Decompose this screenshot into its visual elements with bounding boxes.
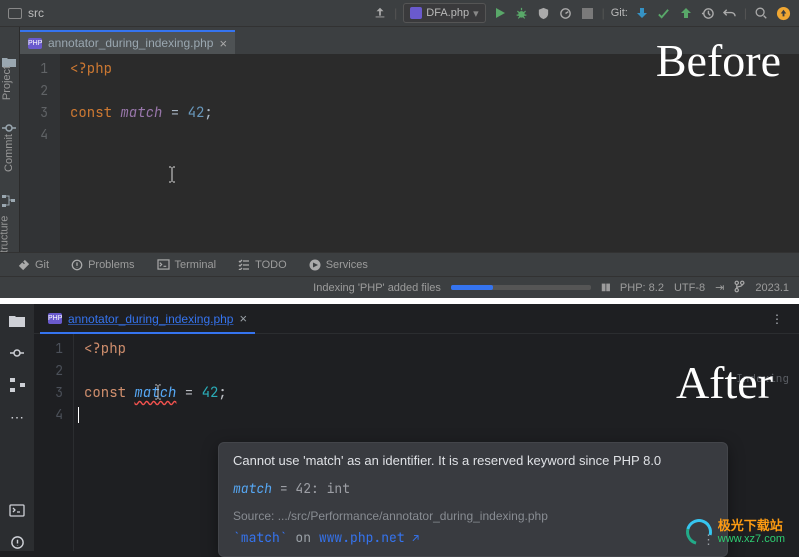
code-token: <?php <box>84 340 126 358</box>
ide-update-icon[interactable] <box>775 5 791 21</box>
line-number: 4 <box>34 404 73 426</box>
watermark-logo-icon <box>681 514 717 550</box>
before-pane: src | DFA.php ▾ | Git: | Project Commit … <box>0 0 799 299</box>
line-number: 3 <box>20 102 60 124</box>
code-token: = <box>162 104 187 122</box>
tab-filename: annotator_during_indexing.php <box>68 312 233 326</box>
text-cursor-icon <box>154 384 161 399</box>
branch-icon[interactable] <box>734 280 745 296</box>
overlay-label-before: Before <box>656 34 781 87</box>
todo-tool-button[interactable]: TODO <box>238 259 287 271</box>
search-icon[interactable] <box>753 5 769 21</box>
status-bar: Indexing 'PHP' added files ▮▮ PHP: 8.2 U… <box>0 276 799 298</box>
tab-filename: annotator_during_indexing.php <box>48 36 213 50</box>
project-icon[interactable] <box>8 312 26 330</box>
code-token: = <box>176 384 201 402</box>
add-config-icon[interactable] <box>372 5 388 21</box>
coverage-icon[interactable] <box>536 5 552 21</box>
tooltip-message: Cannot use 'match' as an identifier. It … <box>233 453 713 468</box>
git-commit-icon[interactable] <box>656 5 672 21</box>
git-history-icon[interactable] <box>700 5 716 21</box>
terminal-icon[interactable] <box>8 501 26 519</box>
line-number: 1 <box>20 58 60 80</box>
git-tool-button[interactable]: Git <box>18 259 49 271</box>
pause-icon[interactable]: ▮▮ <box>601 282 610 293</box>
code-token: const <box>84 384 134 402</box>
commit-icon[interactable] <box>8 344 26 362</box>
profile-icon[interactable] <box>558 5 574 21</box>
debug-icon[interactable] <box>514 5 530 21</box>
code-token: ; <box>204 104 212 122</box>
left-sidebar-after: ⋯ <box>0 304 34 551</box>
after-pane: ⋯ PHP annotator_during_indexing.php × ⋮ … <box>0 304 799 551</box>
code-token: <?php <box>70 60 112 78</box>
editor-tabs-after: PHP annotator_during_indexing.php × ⋮ <box>34 304 799 334</box>
structure-icon[interactable] <box>8 376 26 394</box>
indexing-label: Indexing 'PHP' added files <box>313 282 441 294</box>
line-number: 4 <box>20 124 60 146</box>
tab-more-icon[interactable]: ⋮ <box>771 312 785 326</box>
php-file-icon: PHP <box>28 38 42 49</box>
close-tab-icon[interactable]: × <box>239 311 247 326</box>
run-config-selector[interactable]: DFA.php ▾ <box>403 3 485 23</box>
run-icon[interactable] <box>492 5 508 21</box>
tool-window-bar: Git Problems Terminal TODO Services <box>0 252 799 276</box>
error-tooltip: Cannot use 'match' as an identifier. It … <box>218 442 728 557</box>
php-file-icon: PHP <box>48 313 62 324</box>
tooltip-evaluation: match = 42: int <box>233 480 713 497</box>
line-number: 2 <box>20 80 60 102</box>
file-encoding[interactable]: UTF-8 <box>674 282 705 294</box>
editor-tab[interactable]: PHP annotator_during_indexing.php × <box>20 30 235 54</box>
gutter: 1 2 3 4 <box>34 334 74 551</box>
indexing-progress[interactable] <box>451 285 591 290</box>
watermark-name: 极光下载站 <box>718 519 785 533</box>
breadcrumb[interactable]: src <box>28 6 44 20</box>
problems-icon[interactable] <box>8 533 26 551</box>
editor-tab[interactable]: PHP annotator_during_indexing.php × <box>40 305 255 333</box>
terminal-tool-button[interactable]: Terminal <box>157 259 217 271</box>
project-tool-label[interactable]: Project <box>1 66 13 100</box>
problems-tool-button[interactable]: Problems <box>71 259 134 271</box>
tooltip-doc-link[interactable]: `match` on www.php.net ↗ <box>233 529 713 546</box>
code-token: match <box>120 104 162 122</box>
stop-icon[interactable] <box>580 5 596 21</box>
code-token: 42 <box>188 104 205 122</box>
tooltip-source: Source: .../src/Performance/annotator_du… <box>233 509 713 523</box>
git-update-icon[interactable] <box>634 5 650 21</box>
editor-caret <box>78 407 79 423</box>
line-number: 3 <box>34 382 73 404</box>
overlay-label-after: After <box>676 356 773 409</box>
ide-version: 2023.1 <box>755 282 789 294</box>
indent-icon[interactable]: ⇥ <box>715 281 724 294</box>
git-push-icon[interactable] <box>678 5 694 21</box>
git-label: Git: <box>611 7 628 19</box>
watermark-url: www.xz7.com <box>718 533 785 545</box>
watermark: 极光下载站 www.xz7.com <box>686 519 785 545</box>
php-version[interactable]: PHP: 8.2 <box>620 282 664 294</box>
text-cursor-icon <box>168 166 175 182</box>
git-rollback-icon[interactable] <box>722 5 738 21</box>
code-token: ; <box>218 384 226 402</box>
commit-tool-label[interactable]: Commit <box>3 134 15 172</box>
commit-tool-icon[interactable] <box>2 122 18 134</box>
structure-tool-icon[interactable] <box>2 195 18 207</box>
top-toolbar: src | DFA.php ▾ | Git: | <box>0 0 799 27</box>
more-tools-icon[interactable]: ⋯ <box>8 408 26 426</box>
gutter: 1 2 3 4 <box>20 54 60 252</box>
code-token: 42 <box>202 384 219 402</box>
line-number: 1 <box>34 338 73 360</box>
run-config-name: DFA.php <box>426 7 469 19</box>
php-file-icon <box>410 7 422 19</box>
module-icon <box>8 8 22 19</box>
code-token: const <box>70 104 120 122</box>
close-tab-icon[interactable]: × <box>219 36 227 51</box>
line-number: 2 <box>34 360 73 382</box>
services-tool-button[interactable]: Services <box>309 259 368 271</box>
left-sidebar: Project Commit Structure <box>0 27 20 262</box>
